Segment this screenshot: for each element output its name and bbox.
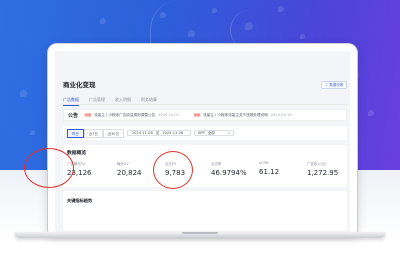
- segment-7days[interactable]: 近7日: [83, 128, 103, 138]
- filter-bar: 昨日 近7日 近30日 2024-11-08 至 2024-11-08 APP …: [63, 126, 347, 140]
- metric-ecpm: eCPM 61.12: [259, 161, 279, 176]
- app-select-label: APP: [197, 131, 205, 135]
- highlight-circle-click: [153, 151, 193, 189]
- date-start: 2024-11-08: [131, 131, 153, 135]
- data-explain-button[interactable]: ⓘ 数据说明: [321, 81, 347, 89]
- metric-value: 1,272.95: [307, 169, 339, 177]
- decorative-leaf: [245, 22, 253, 30]
- decorative-leaf: [20, 90, 27, 97]
- metric-value: 61.12: [259, 168, 280, 176]
- metric-label: 点击率: [211, 162, 222, 166]
- trend-panel: 关键指标趋势: [63, 191, 347, 231]
- decorative-leaf: [278, 6, 284, 12]
- app-select[interactable]: APP 全部 ▾: [193, 130, 234, 136]
- date-range-picker[interactable]: 2024-11-08 至 2024-11-08: [126, 130, 191, 136]
- date-segment: 昨日 近7日 近30日: [67, 128, 124, 138]
- tab-divider: [63, 104, 347, 105]
- metric-revenue: 广告收入(元) 1,272.95: [307, 161, 338, 177]
- decorative-leaf: [30, 130, 35, 135]
- notice-text: 流量主丨小程序广告收益规则调整公告: [94, 112, 156, 117]
- page-title: 商业化变现: [63, 81, 96, 89]
- date-end: 2024-11-08: [162, 131, 184, 135]
- highlight-circle-exposure: [24, 148, 74, 188]
- decorative-leaf: [100, 18, 106, 24]
- metric-ctr: 点击率 46.9794%: [211, 161, 247, 177]
- notice-text: 流量主丨小程序流量主关于违规处理说明: [203, 112, 268, 117]
- metric-exposure-uv: 曝光UV 20,824: [117, 161, 142, 177]
- notice-bar: 公告 重要 流量主丨小程序广告收益规则调整公告 2024-10-01 重要 流量…: [63, 109, 347, 121]
- metric-label: 曝光UV: [117, 162, 129, 166]
- data-explain-label: 数据说明: [329, 82, 344, 87]
- decorative-leaf: [300, 34, 305, 39]
- segment-yesterday[interactable]: 昨日: [67, 128, 84, 138]
- notice-date: 2024-10-01: [158, 113, 180, 117]
- notice-item[interactable]: 重要 流量主丨小程序流量主关于违规处理说明 2024-09-18: [193, 113, 306, 118]
- notice-item[interactable]: 重要 流量主丨小程序广告收益规则调整公告 2024-10-01: [84, 113, 193, 118]
- metric-value: 20,824: [117, 169, 142, 177]
- date-separator: 至: [155, 130, 160, 135]
- info-icon: ⓘ: [324, 82, 329, 87]
- decorative-leaf: [188, 30, 195, 37]
- metric-label: eCPM: [259, 161, 269, 165]
- chevron-down-icon: ▾: [228, 131, 230, 135]
- dashboard: 商业化变现 ⓘ 数据说明 广告数据 广告管理 收入明细 财务结算 公告 重要 流…: [55, 51, 350, 234]
- notice-tag: 重要: [193, 113, 202, 117]
- stats-panel: 数据概览 广告曝光PV 23,126 曝光UV 20,824 点击PV 9,78…: [63, 145, 347, 187]
- metric-label: 广告收入(元): [307, 162, 327, 166]
- segment-30days[interactable]: 近30日: [102, 128, 124, 138]
- laptop-notch: [182, 232, 218, 234]
- decorative-leaf: [160, 12, 166, 18]
- notice-title: 公告: [68, 112, 79, 119]
- decorative-leaf: [368, 110, 374, 116]
- notice-tag: 重要: [84, 113, 93, 117]
- app-select-value: 全部: [207, 130, 215, 135]
- trend-title: 关键指标趋势: [67, 198, 93, 203]
- metric-value: 46.9794%: [211, 169, 247, 177]
- laptop-screen: 商业化变现 ⓘ 数据说明 广告数据 广告管理 收入明细 财务结算 公告 重要 流…: [48, 44, 357, 234]
- notice-date: 2024-09-18: [270, 113, 292, 117]
- stats-title: 数据概览: [67, 151, 87, 156]
- decorative-leaf: [212, 8, 217, 13]
